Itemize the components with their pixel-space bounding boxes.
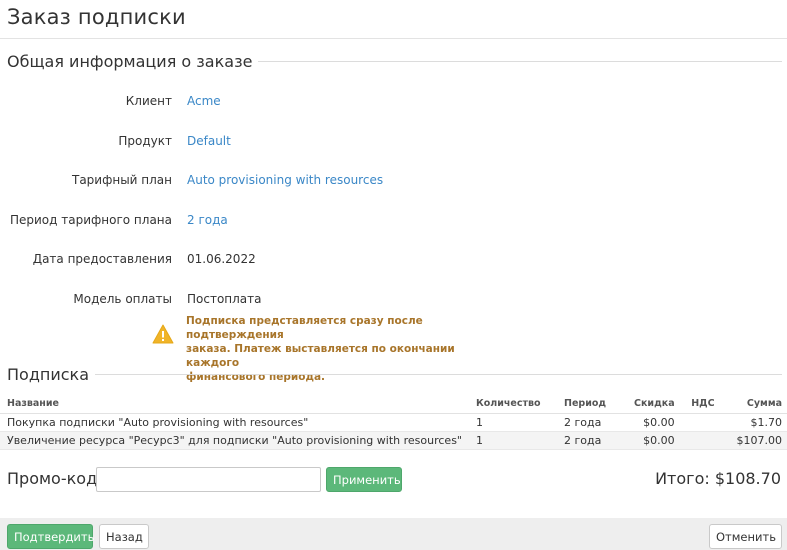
field-label: Клиент: [125, 94, 172, 108]
field-label: Тарифный план: [71, 173, 172, 187]
subscription-legend: Подписка: [7, 364, 90, 384]
plan-link[interactable]: Auto provisioning with resources: [187, 173, 383, 187]
item-discount: $0.00: [627, 413, 680, 432]
warning-line: Подписка представляется сразу после подт…: [186, 315, 423, 341]
order-total: Итого: $108.70: [655, 469, 781, 488]
table-row: Покупка подписки "Auto provisioning with…: [0, 413, 787, 432]
item-vat: [679, 431, 720, 450]
field-label: Модель оплаты: [73, 292, 172, 306]
cancel-button[interactable]: Отменить: [709, 524, 782, 549]
client-link[interactable]: Acme: [187, 94, 221, 108]
field-plan-period: Период тарифного плана 2 года: [0, 210, 787, 230]
item-sum: $107.00: [719, 431, 787, 450]
item-period: 2 года: [557, 431, 627, 450]
col-discount: Скидка: [627, 395, 680, 414]
field-provision-date: Дата предоставления 01.06.2022: [0, 249, 787, 269]
field-payment-model: Модель оплаты Постоплата: [0, 289, 787, 309]
item-name: Покупка подписки "Auto provisioning with…: [0, 413, 469, 432]
product-link[interactable]: Default: [187, 134, 231, 148]
general-info-section-header: Общая информация о заказе: [7, 51, 782, 71]
legend-divider: [258, 60, 782, 62]
confirm-button[interactable]: Подтвердить: [7, 524, 94, 549]
apply-promo-button[interactable]: Применить: [326, 467, 402, 492]
field-plan: Тарифный план Auto provisioning with res…: [0, 170, 787, 190]
general-info-legend: Общая информация о заказе: [7, 51, 253, 71]
back-button[interactable]: Назад: [99, 524, 149, 549]
order-items-table: Название Количество Период Скидка НДС Су…: [0, 395, 787, 450]
item-discount: $0.00: [627, 431, 680, 450]
plan-period-link[interactable]: 2 года: [187, 213, 228, 227]
field-label: Дата предоставления: [32, 252, 172, 266]
col-vat: НДС: [679, 395, 720, 414]
col-quantity: Количество: [469, 395, 557, 414]
legend-divider: [95, 373, 782, 375]
promo-code-label: Промо-код: [7, 469, 98, 488]
table-row: Увеличение ресурса "Ресурс3" для подписк…: [0, 431, 787, 450]
field-product: Продукт Default: [0, 131, 787, 151]
promo-code-input[interactable]: [96, 467, 321, 492]
item-qty: 1: [469, 413, 557, 432]
provision-date-value: 01.06.2022: [187, 252, 256, 266]
field-label: Период тарифного плана: [9, 213, 172, 227]
col-name: Название: [0, 395, 469, 414]
col-period: Период: [557, 395, 627, 414]
field-label: Продукт: [118, 134, 172, 148]
payment-model-value: Постоплата: [187, 292, 262, 306]
title-divider: [0, 38, 787, 39]
item-name: Увеличение ресурса "Ресурс3" для подписк…: [0, 431, 469, 450]
field-client: Клиент Acme: [0, 91, 787, 111]
table-header-row: Название Количество Период Скидка НДС Су…: [0, 395, 787, 414]
item-sum: $1.70: [719, 413, 787, 432]
subscription-section-header: Подписка: [7, 364, 782, 384]
page-title: Заказ подписки: [7, 5, 186, 29]
col-sum: Сумма: [719, 395, 787, 414]
warning-triangle-icon: [152, 324, 174, 344]
item-vat: [679, 413, 720, 432]
item-period: 2 года: [557, 413, 627, 432]
item-qty: 1: [469, 431, 557, 450]
